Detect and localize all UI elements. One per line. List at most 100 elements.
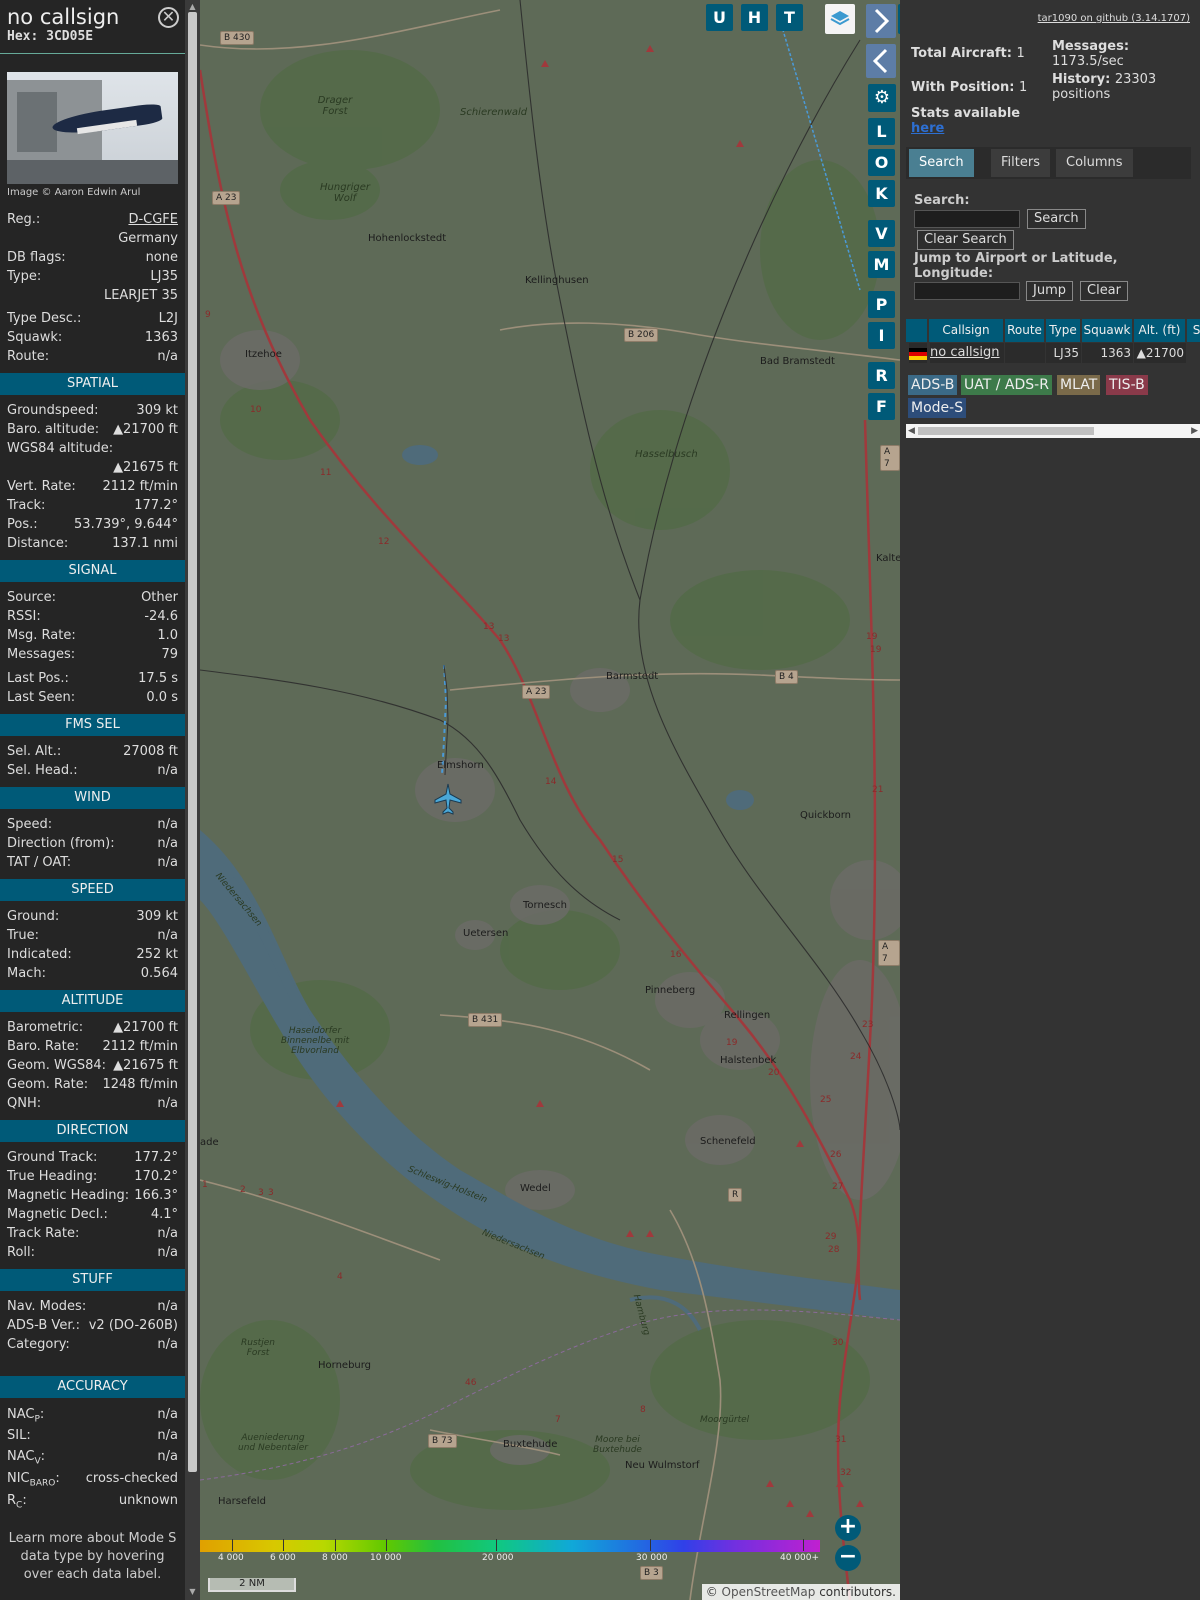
source-adsb-badge: ADS-B: [908, 375, 958, 395]
btn-p[interactable]: P: [868, 291, 895, 318]
exit-21: 21: [872, 785, 884, 795]
plus-icon[interactable]: +: [835, 1515, 861, 1541]
osm-link[interactable]: OpenStreetMap: [722, 1585, 816, 1599]
barometric-row: Barometric: ▲21700 ft: [7, 1020, 178, 1035]
exit-25: 25: [820, 1095, 832, 1105]
close-icon[interactable]: ✕: [158, 7, 179, 28]
selalt-row: Sel. Alt.: 27008 ft: [7, 744, 178, 759]
btn-i[interactable]: I: [868, 322, 895, 349]
messages-rate: Messages: 1173.5/sec: [1052, 39, 1130, 69]
road-a7: A 7: [878, 940, 900, 966]
btn-k[interactable]: K: [868, 180, 895, 207]
place-itzehoe: Itzehoe: [245, 349, 282, 360]
ground-speed-row: Ground: 309 kt: [7, 909, 178, 924]
place-horneburg: Horneburg: [318, 1360, 372, 1371]
aircraft-photo[interactable]: [7, 72, 178, 184]
messages-row: Messages: 79: [7, 647, 178, 662]
place-haseldorfer: Haseldorfer Binnenelbe mit Elbvorland: [280, 1026, 350, 1056]
tab-columns[interactable]: Columns: [1056, 149, 1133, 177]
selhead-row: Sel. Head.: n/a: [7, 763, 178, 778]
table-row[interactable]: no callsign LJ35 1363 ▲21700: [906, 319, 1200, 369]
history: History: 23303 positions: [1052, 72, 1157, 102]
place-kellinghusen: Kellinghusen: [525, 275, 589, 286]
place-hasselbusch: Hasselbusch: [635, 449, 698, 460]
chevron-left-icon[interactable]: [866, 44, 896, 78]
btn-t[interactable]: T: [776, 4, 803, 31]
btn-h[interactable]: H: [741, 4, 768, 31]
exit-15: 15: [612, 855, 624, 865]
rssi-row: RSSI: -24.6: [7, 609, 178, 624]
wgs-alt-row: ▲21675 ft: [113, 460, 178, 475]
search-button[interactable]: Search: [1027, 209, 1086, 229]
geom-row: Geom. WGS84: ▲21675 ft: [7, 1058, 178, 1073]
place-hungriger-wolf: Hungriger Wolf: [320, 182, 371, 204]
clear-button[interactable]: Clear: [1080, 281, 1128, 301]
chevron-right-icon[interactable]: [866, 4, 896, 38]
nacp-row: NACP: n/a: [7, 1407, 178, 1425]
exit-12: 12: [378, 537, 390, 547]
jump-label: Jump to Airport or Latitude, Longitude:: [914, 251, 1118, 281]
road-b4: B 4: [775, 670, 798, 684]
source-mlat-badge: MLAT: [1057, 375, 1101, 395]
lastseen-row: Last Seen: 0.0 s: [7, 690, 178, 705]
github-link[interactable]: tar1090 on github (3.14.1707): [1038, 13, 1190, 24]
exit-16: 16: [670, 950, 682, 960]
tab-search[interactable]: Search: [909, 149, 974, 177]
exit-13b: 13: [498, 634, 510, 644]
exit-19c: 19: [870, 645, 882, 655]
aircraft-table: Callsign Route Type Squawk Alt. (ft) S n…: [906, 319, 1200, 369]
table-horizontal-scrollbar[interactable]: ◀ ▶: [906, 424, 1200, 438]
place-ade: ade: [200, 1137, 219, 1148]
btn-r[interactable]: R: [868, 362, 895, 389]
tab-filters[interactable]: Filters: [991, 149, 1050, 177]
minus-icon[interactable]: −: [835, 1545, 861, 1571]
clear-search-button[interactable]: Clear Search: [917, 230, 1014, 250]
dbflags-row: DB flags: none: [7, 250, 178, 265]
exit-8: 8: [640, 1405, 646, 1415]
place-moorguertel: Moorgürtel: [700, 1415, 750, 1425]
btn-f[interactable]: F: [868, 393, 895, 420]
wind-dir-row: Direction (from): n/a: [7, 836, 178, 851]
search-input[interactable]: [914, 210, 1020, 228]
nav-modes-row: Nav. Modes: n/a: [7, 1299, 178, 1314]
road-b430: B 430: [220, 31, 255, 45]
altitude-ticks: 4 000 6 000 8 000 10 000 20 000 30 000 4…: [200, 1539, 830, 1565]
place-quickborn: Quickborn: [800, 810, 852, 821]
hex-code: Hex: 3CD05E: [7, 29, 94, 44]
btn-v[interactable]: V: [868, 220, 895, 247]
row-squawk: 1363: [1082, 343, 1133, 363]
btn-u[interactable]: U: [706, 4, 733, 31]
registration-link[interactable]: D-CGFE: [128, 210, 178, 229]
section-direction: DIRECTION: [0, 1120, 185, 1142]
jump-input[interactable]: [914, 282, 1020, 300]
place-neu-wulmstorf: Neu Wulmstorf: [625, 1460, 700, 1471]
tab-bar: Search Filters Columns: [906, 147, 1191, 179]
adsb-ver-row: ADS-B Ver.: v2 (DO-260B): [7, 1318, 178, 1333]
row-callsign-link[interactable]: no callsign: [930, 343, 1004, 363]
btn-l[interactable]: L: [868, 118, 895, 145]
exit-13: 13: [483, 622, 495, 632]
baro-rate-row: Baro. Rate: 2112 ft/min: [7, 1039, 178, 1054]
road-b206: B 206: [624, 328, 659, 342]
info-scrollbar[interactable]: ▲ ▼: [185, 0, 200, 1600]
mag-decl-row: Magnetic Decl.: 4.1°: [7, 1207, 178, 1222]
exit-3b: 3: [268, 1188, 274, 1198]
place-kalte: Kalte: [876, 553, 900, 564]
layers-icon[interactable]: [825, 4, 855, 34]
place-schierenwald: Schierenwald: [460, 107, 528, 118]
category-row: Category: n/a: [7, 1337, 178, 1352]
place-moore-buxtehude: Moore bei Buxtehude: [593, 1435, 642, 1455]
road-a7-north: A 7: [880, 445, 900, 471]
stats-link[interactable]: here: [911, 121, 944, 136]
section-wind: WIND: [0, 787, 185, 809]
map-view[interactable]: Drager Forst Schierenwald Hungriger Wolf…: [200, 0, 900, 1600]
btn-m[interactable]: M: [868, 251, 895, 278]
jump-button[interactable]: Jump: [1026, 281, 1073, 301]
qnh-row: QNH: n/a: [7, 1096, 178, 1111]
road-b431: B 431: [468, 1013, 503, 1027]
gear-icon[interactable]: ⚙: [868, 84, 896, 112]
reg-row: Reg.: D-CGFE: [7, 210, 178, 229]
mode-s-note: Learn more about Mode S data type by hov…: [8, 1531, 177, 1582]
position-row: Pos.: 53.739°, 9.644°: [7, 517, 178, 532]
btn-o[interactable]: O: [868, 149, 895, 176]
